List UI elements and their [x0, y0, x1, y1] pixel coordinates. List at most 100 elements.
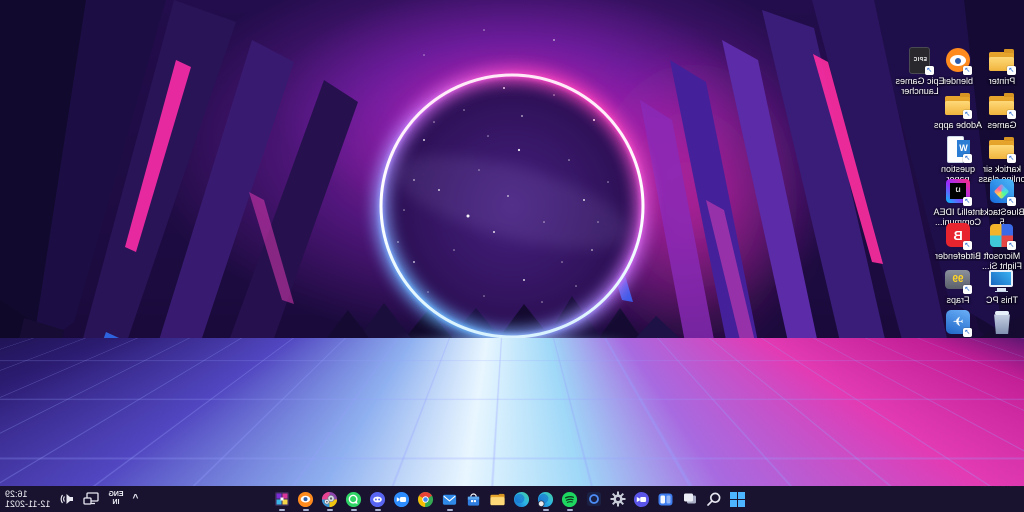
- desktop-icon-label: Adobe apps: [933, 120, 983, 130]
- edge-browser-badge-icon: [538, 491, 555, 508]
- desktop-icon-label: This PC: [977, 295, 1024, 305]
- shortcut-arrow-overlay: ↗: [1007, 459, 1016, 468]
- desktop-icon-bitdefender[interactable]: B ↗ Bitdefender: [936, 221, 980, 261]
- desktop-icon-label: Printer: [977, 76, 1024, 86]
- volume-icon[interactable]: [59, 492, 74, 506]
- language-line1: ENG: [108, 491, 123, 499]
- ring-app-button[interactable]: [585, 487, 603, 511]
- running-indicator: [567, 509, 573, 511]
- desktop-icon-label: ProtonVPN: [933, 382, 983, 392]
- desktop-icon-bluej[interactable]: ↗ BlueJ: [936, 439, 980, 479]
- running-indicator: [303, 509, 309, 511]
- language-indicator[interactable]: ENG IN: [108, 491, 123, 507]
- shortcut-arrow-overlay: ↗: [1007, 416, 1016, 425]
- shortcut-arrow-overlay: ↗: [925, 66, 934, 75]
- utility-gears-button[interactable]: [321, 487, 339, 511]
- edge-button[interactable]: [513, 487, 531, 511]
- desktop-icon-bluestacks[interactable]: ↗ BlueStacks 5: [980, 177, 1024, 227]
- shortcut-arrow-overlay: ↗: [963, 328, 972, 337]
- clock-date: 12-11-2021: [5, 499, 50, 509]
- edge-beta-button[interactable]: [537, 487, 555, 511]
- network-icon[interactable]: [83, 492, 99, 506]
- start-button[interactable]: [729, 487, 747, 511]
- task-view-icon: [682, 491, 698, 507]
- desktop-icon-flight-sim[interactable]: ↗ Microsoft Flight Si...: [980, 221, 1024, 271]
- shortcut-arrow-overlay: ↗: [963, 241, 972, 250]
- file-explorer-button[interactable]: [489, 487, 507, 511]
- folder-icon: [490, 491, 507, 508]
- chrome-button[interactable]: [417, 487, 435, 511]
- desktop-icon-intellij-idea[interactable]: IJ ↗ IntelliJ IDEA Communi...: [936, 177, 980, 227]
- desktop-icon-adobe-apps[interactable]: ↗ Adobe apps: [936, 90, 980, 130]
- taskbar-pinned-apps: [273, 486, 747, 512]
- desktop-surface[interactable]: ↗ Printer ↗ Games ↗ kartick sir online c…: [0, 0, 1024, 486]
- desktop-icon-protonvpn[interactable]: ↗ ProtonVPN: [936, 352, 980, 392]
- discord-button[interactable]: [369, 487, 387, 511]
- shortcut-arrow-overlay: ↗: [1007, 241, 1016, 250]
- chat-button[interactable]: [633, 487, 651, 511]
- shortcut-arrow-overlay: ↗: [1007, 197, 1016, 206]
- desktop-icon-nvidia-geforce[interactable]: ↗ NVIDIA GeFor...: [980, 352, 1024, 402]
- shortcut-arrow-overlay: ↗: [963, 197, 972, 206]
- search-button[interactable]: [705, 487, 723, 511]
- microsoft-store-button[interactable]: [465, 487, 483, 511]
- fraps-button[interactable]: [273, 487, 291, 511]
- taskbar-clock[interactable]: 16:29 12-11-2021: [5, 489, 50, 509]
- discord-icon: [370, 491, 387, 508]
- windows-logo-icon: [731, 492, 746, 507]
- settings-button[interactable]: [609, 487, 627, 511]
- spotify-button[interactable]: [561, 487, 579, 511]
- edge-browser-icon: [514, 491, 531, 508]
- shortcut-arrow-overlay: ↗: [1007, 110, 1016, 119]
- task-view-button[interactable]: [681, 487, 699, 511]
- desktop-icon-fraps[interactable]: 99 ↗ Fraps: [936, 265, 980, 305]
- tray-expand-chevron[interactable]: ^: [133, 494, 139, 504]
- running-indicator: [375, 509, 381, 511]
- running-indicator: [447, 509, 453, 511]
- blender-button[interactable]: [297, 487, 315, 511]
- system-tray: ^ ENG IN 16:29 12-11-2021: [5, 486, 138, 512]
- widgets-button[interactable]: [657, 487, 675, 511]
- desktop-icon-label: Fraps: [933, 295, 983, 305]
- desktop-icon-this-pc[interactable]: This PC: [980, 265, 1024, 305]
- shortcut-arrow-overlay: ↗: [963, 459, 972, 468]
- chat-camera-icon: [634, 491, 651, 508]
- desktop-icon-label: Games: [977, 120, 1024, 130]
- desktop-icon-recycle-bin[interactable]: Recycle Bin: [980, 308, 1024, 348]
- shortcut-arrow-overlay: ↗: [963, 285, 972, 294]
- running-indicator: [351, 509, 357, 511]
- desktop-icon-label: Recycle Bin: [977, 338, 1024, 348]
- whatsapp-button[interactable]: [345, 487, 363, 511]
- running-indicator: [327, 509, 333, 511]
- shortcut-arrow-overlay: ↗: [963, 66, 972, 75]
- zoom-camera-icon: [394, 491, 411, 508]
- desktop-icon-flight-simulator[interactable]: ✈ ↗ Microsoft Flight Simu...: [936, 308, 980, 358]
- mail-button[interactable]: [441, 487, 459, 511]
- running-indicator: [543, 509, 549, 511]
- widgets-icon: [658, 491, 675, 508]
- desktop-icon-label: BlueJ: [933, 469, 983, 479]
- chrome-icon: [418, 491, 435, 508]
- spotify-icon: [562, 491, 579, 508]
- clock-time: 16:29: [5, 489, 28, 499]
- shortcut-arrow-overlay: ↗: [1007, 372, 1016, 381]
- blue-ring-app-icon: [586, 491, 602, 507]
- desktop-icon-games[interactable]: ↗ Games: [980, 90, 1024, 130]
- shortcut-arrow-overlay: ↗: [1007, 154, 1016, 163]
- gear-icon: [610, 491, 626, 507]
- screen: ↗ Printer ↗ Games ↗ kartick sir online c…: [0, 0, 1024, 512]
- pixel-app-icon: [274, 491, 290, 507]
- desktop-icon-steam[interactable]: ↗ Steam: [936, 396, 980, 436]
- desktop-icon-label: Steam: [933, 426, 983, 436]
- desktop-icon-label: Epic Games Launcher: [895, 76, 945, 96]
- language-line2: IN: [112, 499, 119, 507]
- desktop-icon-msi-afterburner[interactable]: ↗ MSI Afterburner: [980, 439, 1024, 489]
- desktop-icon-printer[interactable]: ↗ Printer: [980, 46, 1024, 86]
- zoom-button[interactable]: [393, 487, 411, 511]
- store-bag-icon: [466, 491, 483, 508]
- taskbar: ^ ENG IN 16:29 12-11-2021: [0, 485, 1024, 512]
- shortcut-arrow-overlay: ↗: [963, 154, 972, 163]
- shortcut-arrow-overlay: ↗: [963, 416, 972, 425]
- shortcut-arrow-overlay: ↗: [963, 372, 972, 381]
- desktop-icon-epic-games-launcher[interactable]: EPIC ↗ Epic Games Launcher: [898, 46, 942, 96]
